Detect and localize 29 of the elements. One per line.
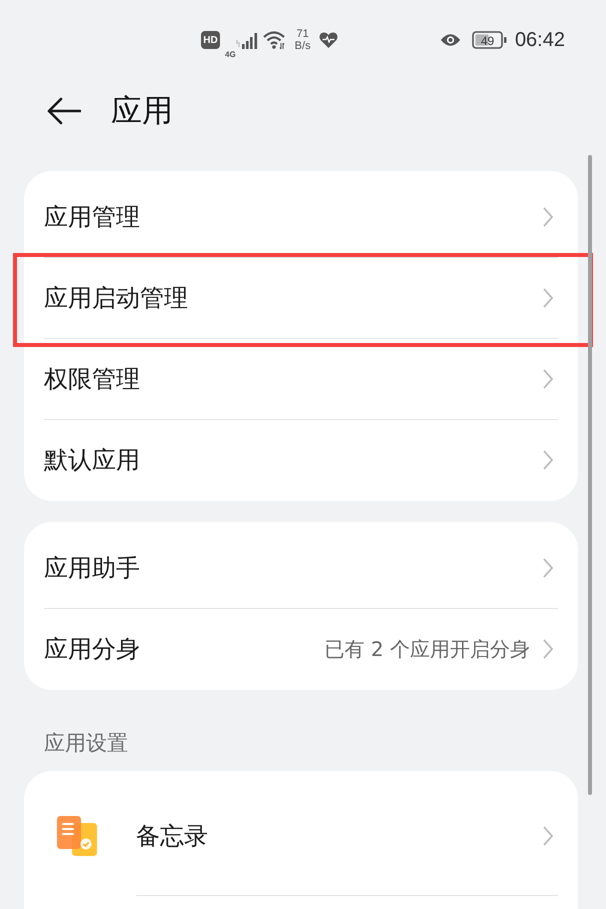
page-title: 应用 <box>111 92 173 131</box>
item-label[interactable]: 应用分身 <box>44 633 325 665</box>
chevron-right-icon <box>543 288 553 308</box>
item-label[interactable]: 应用管理 <box>44 201 543 233</box>
speed-value: 71 <box>296 28 309 40</box>
item-label[interactable]: 默认应用 <box>44 444 543 476</box>
item-label[interactable]: 权限管理 <box>44 363 543 395</box>
chevron-right-icon <box>543 826 553 846</box>
chevron-right-icon <box>543 450 553 470</box>
memo-app-icon <box>57 816 97 856</box>
chevron-right-icon <box>543 639 553 659</box>
item-label[interactable]: 应用助手 <box>44 552 543 584</box>
chevron-right-icon <box>543 207 553 227</box>
wifi-icon <box>262 30 287 50</box>
speed-unit: B/s <box>294 40 311 52</box>
section-title: 应用设置 <box>44 730 128 757</box>
heart-pulse-icon <box>318 32 338 48</box>
battery-percent: 49 <box>480 34 494 48</box>
network-type-text: 4G <box>225 50 236 59</box>
item-label[interactable]: 应用启动管理 <box>44 282 543 314</box>
chevron-right-icon <box>543 369 553 389</box>
app-name[interactable]: 备忘录 <box>136 820 543 852</box>
eye-icon <box>440 33 461 47</box>
hd-badge: HD <box>201 31 220 49</box>
signal-icon <box>236 31 258 49</box>
item-value: 已有 2 个应用开启分身 <box>324 636 530 662</box>
chevron-right-icon <box>543 558 553 578</box>
back-button[interactable] <box>47 97 81 125</box>
clock-time: 06:42 <box>514 28 565 52</box>
